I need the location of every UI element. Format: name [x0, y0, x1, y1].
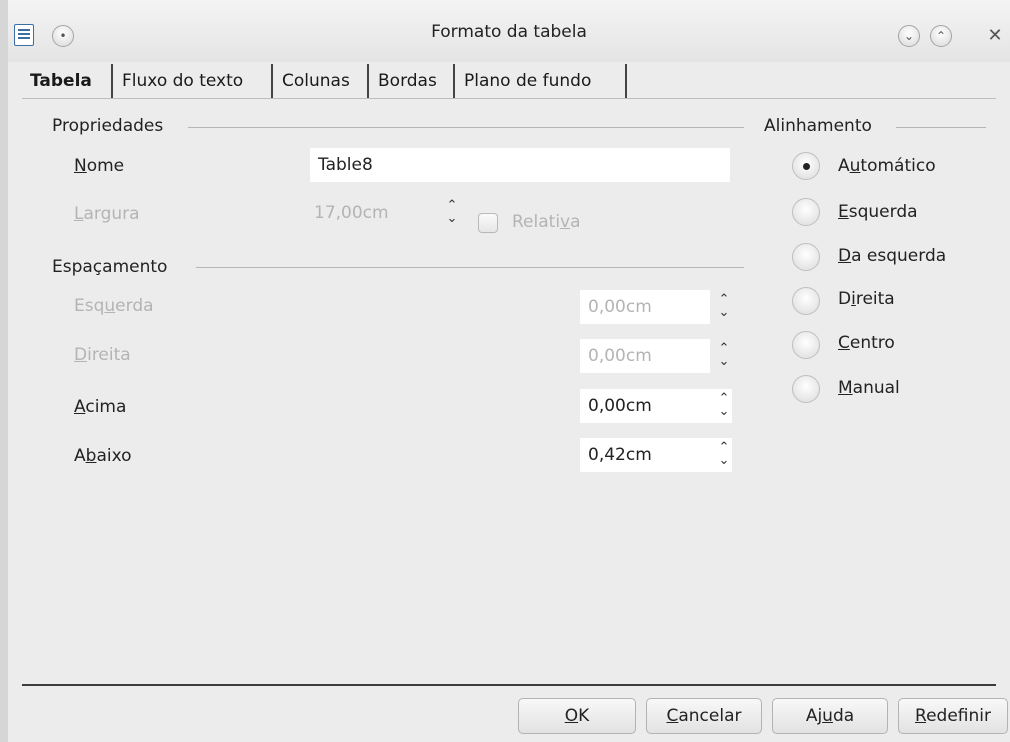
nome-label: Nome: [74, 156, 125, 176]
ok-button[interactable]: OK: [518, 698, 636, 734]
tab-fluxo-do-texto[interactable]: Fluxo do texto: [116, 64, 249, 98]
radio-direita[interactable]: [792, 287, 820, 315]
direita-label: Direita: [74, 345, 131, 365]
radio-da-esquerda[interactable]: [792, 243, 820, 271]
propriedades-legend: Propriedades: [52, 116, 164, 136]
alinhamento-rule: [896, 127, 986, 128]
radio-automatico[interactable]: [792, 152, 820, 180]
tab-separator: [625, 64, 627, 98]
abaixo-field[interactable]: 0,42cm: [580, 438, 732, 472]
acima-label: Acima: [74, 397, 127, 417]
esquerda-label: Esquerda: [74, 296, 154, 316]
esquerda-spin-icon[interactable]: ⌃ ⌄: [714, 290, 734, 324]
direita-spin-icon[interactable]: ⌃ ⌄: [714, 339, 734, 373]
centro-label[interactable]: Centro: [838, 333, 895, 353]
document-icon[interactable]: [14, 24, 34, 46]
radio-selected-dot: [803, 163, 810, 170]
tab-plano-de-fundo[interactable]: Plano de fundo: [458, 64, 597, 98]
da-esquerda-label[interactable]: Da esquerda: [838, 246, 946, 266]
ajuda-button[interactable]: Ajuda: [772, 698, 888, 734]
esquerda-radio-label[interactable]: Esquerda: [838, 202, 918, 222]
tab-bordas[interactable]: Bordas: [372, 64, 443, 98]
chevron-up-icon[interactable]: ⌃: [930, 25, 952, 47]
propriedades-rule: [188, 127, 744, 128]
chevron-down-icon[interactable]: ⌄: [898, 25, 920, 47]
radio-manual[interactable]: [792, 375, 820, 403]
tab-separator: [271, 64, 273, 98]
window-menu-icon[interactable]: •: [52, 25, 74, 47]
button-area-separator: [22, 684, 996, 686]
tab-underline: [22, 98, 996, 99]
esquerda-field[interactable]: 0,00cm: [580, 290, 710, 324]
acima-field[interactable]: 0,00cm: [580, 389, 732, 423]
automatico-label[interactable]: Automático: [838, 156, 936, 176]
largura-spin-icon[interactable]: ⌃ ⌄: [442, 196, 462, 230]
direita-radio-label[interactable]: Direita: [838, 289, 895, 309]
acima-spin-icon[interactable]: ⌃ ⌄: [714, 389, 734, 423]
window-title: Formato da tabela: [431, 22, 587, 42]
cancelar-button[interactable]: Cancelar: [646, 698, 762, 734]
relativa-label: Relativa: [512, 212, 581, 232]
tab-tabela[interactable]: Tabela: [24, 64, 98, 98]
espacamento-legend: Espaçamento: [52, 257, 168, 277]
tab-separator: [367, 64, 369, 98]
tab-separator: [111, 64, 113, 98]
close-icon[interactable]: ✕: [984, 25, 1006, 47]
alinhamento-legend: Alinhamento: [764, 116, 872, 136]
tab-separator: [453, 64, 455, 98]
largura-field[interactable]: 17,00cm: [310, 196, 440, 230]
nome-field[interactable]: Table8: [310, 148, 730, 182]
relativa-checkbox[interactable]: [478, 213, 498, 233]
redefinir-button[interactable]: Redefinir: [898, 698, 1008, 734]
manual-label[interactable]: Manual: [838, 378, 900, 398]
title-bar[interactable]: Formato da tabela: [8, 0, 1010, 62]
tab-colunas[interactable]: Colunas: [276, 64, 356, 98]
abaixo-label: Abaixo: [74, 446, 132, 466]
dialog-window: [8, 0, 1010, 742]
abaixo-spin-icon[interactable]: ⌃ ⌄: [714, 438, 734, 472]
direita-field[interactable]: 0,00cm: [580, 339, 710, 373]
radio-centro[interactable]: [792, 331, 820, 359]
largura-label: Largura: [74, 204, 140, 224]
espacamento-rule: [196, 267, 744, 268]
radio-esquerda[interactable]: [792, 198, 820, 226]
desktop-edge: [0, 0, 8, 742]
